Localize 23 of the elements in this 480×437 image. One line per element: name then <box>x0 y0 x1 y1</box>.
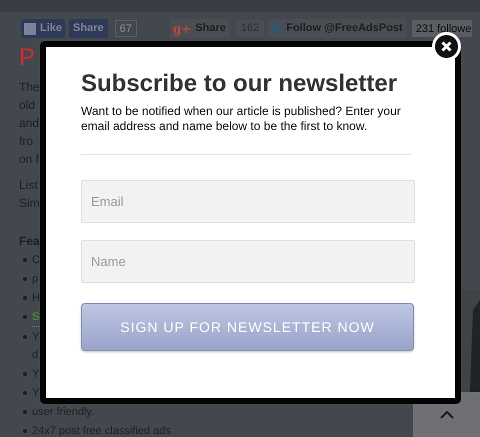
modal-description: Want to be notified when our article is published? Enter your email address and name below to be the first to know. <box>81 104 402 134</box>
bullet-icon <box>23 258 27 262</box>
share-count: 67 <box>114 20 137 37</box>
signup-button[interactable]: SIGN UP FOR NEWSLETTER NOW <box>81 303 414 351</box>
bullet-icon <box>23 410 27 414</box>
chevron-up-icon <box>440 410 454 418</box>
bullet-icon <box>23 391 27 395</box>
bullet-icon <box>23 335 27 339</box>
feature-link[interactable]: S <box>32 308 40 327</box>
like-button[interactable]: Like <box>21 19 66 38</box>
bird-icon <box>271 23 284 34</box>
bullet-icon <box>23 315 27 319</box>
bullet-icon <box>23 429 27 433</box>
bullet-icon <box>23 372 27 376</box>
google-plus-icon: g+ <box>172 20 192 38</box>
page-heading: P <box>19 44 36 72</box>
input-field[interactable]: Name <box>81 240 415 283</box>
bullet-icon <box>23 296 27 300</box>
modal-title: Subscribe to our newsletter <box>81 69 398 99</box>
close-icon <box>441 41 452 52</box>
input-field[interactable]: Email <box>81 180 415 223</box>
bullet-icon <box>23 277 27 281</box>
share-button[interactable]: Share <box>69 19 108 38</box>
